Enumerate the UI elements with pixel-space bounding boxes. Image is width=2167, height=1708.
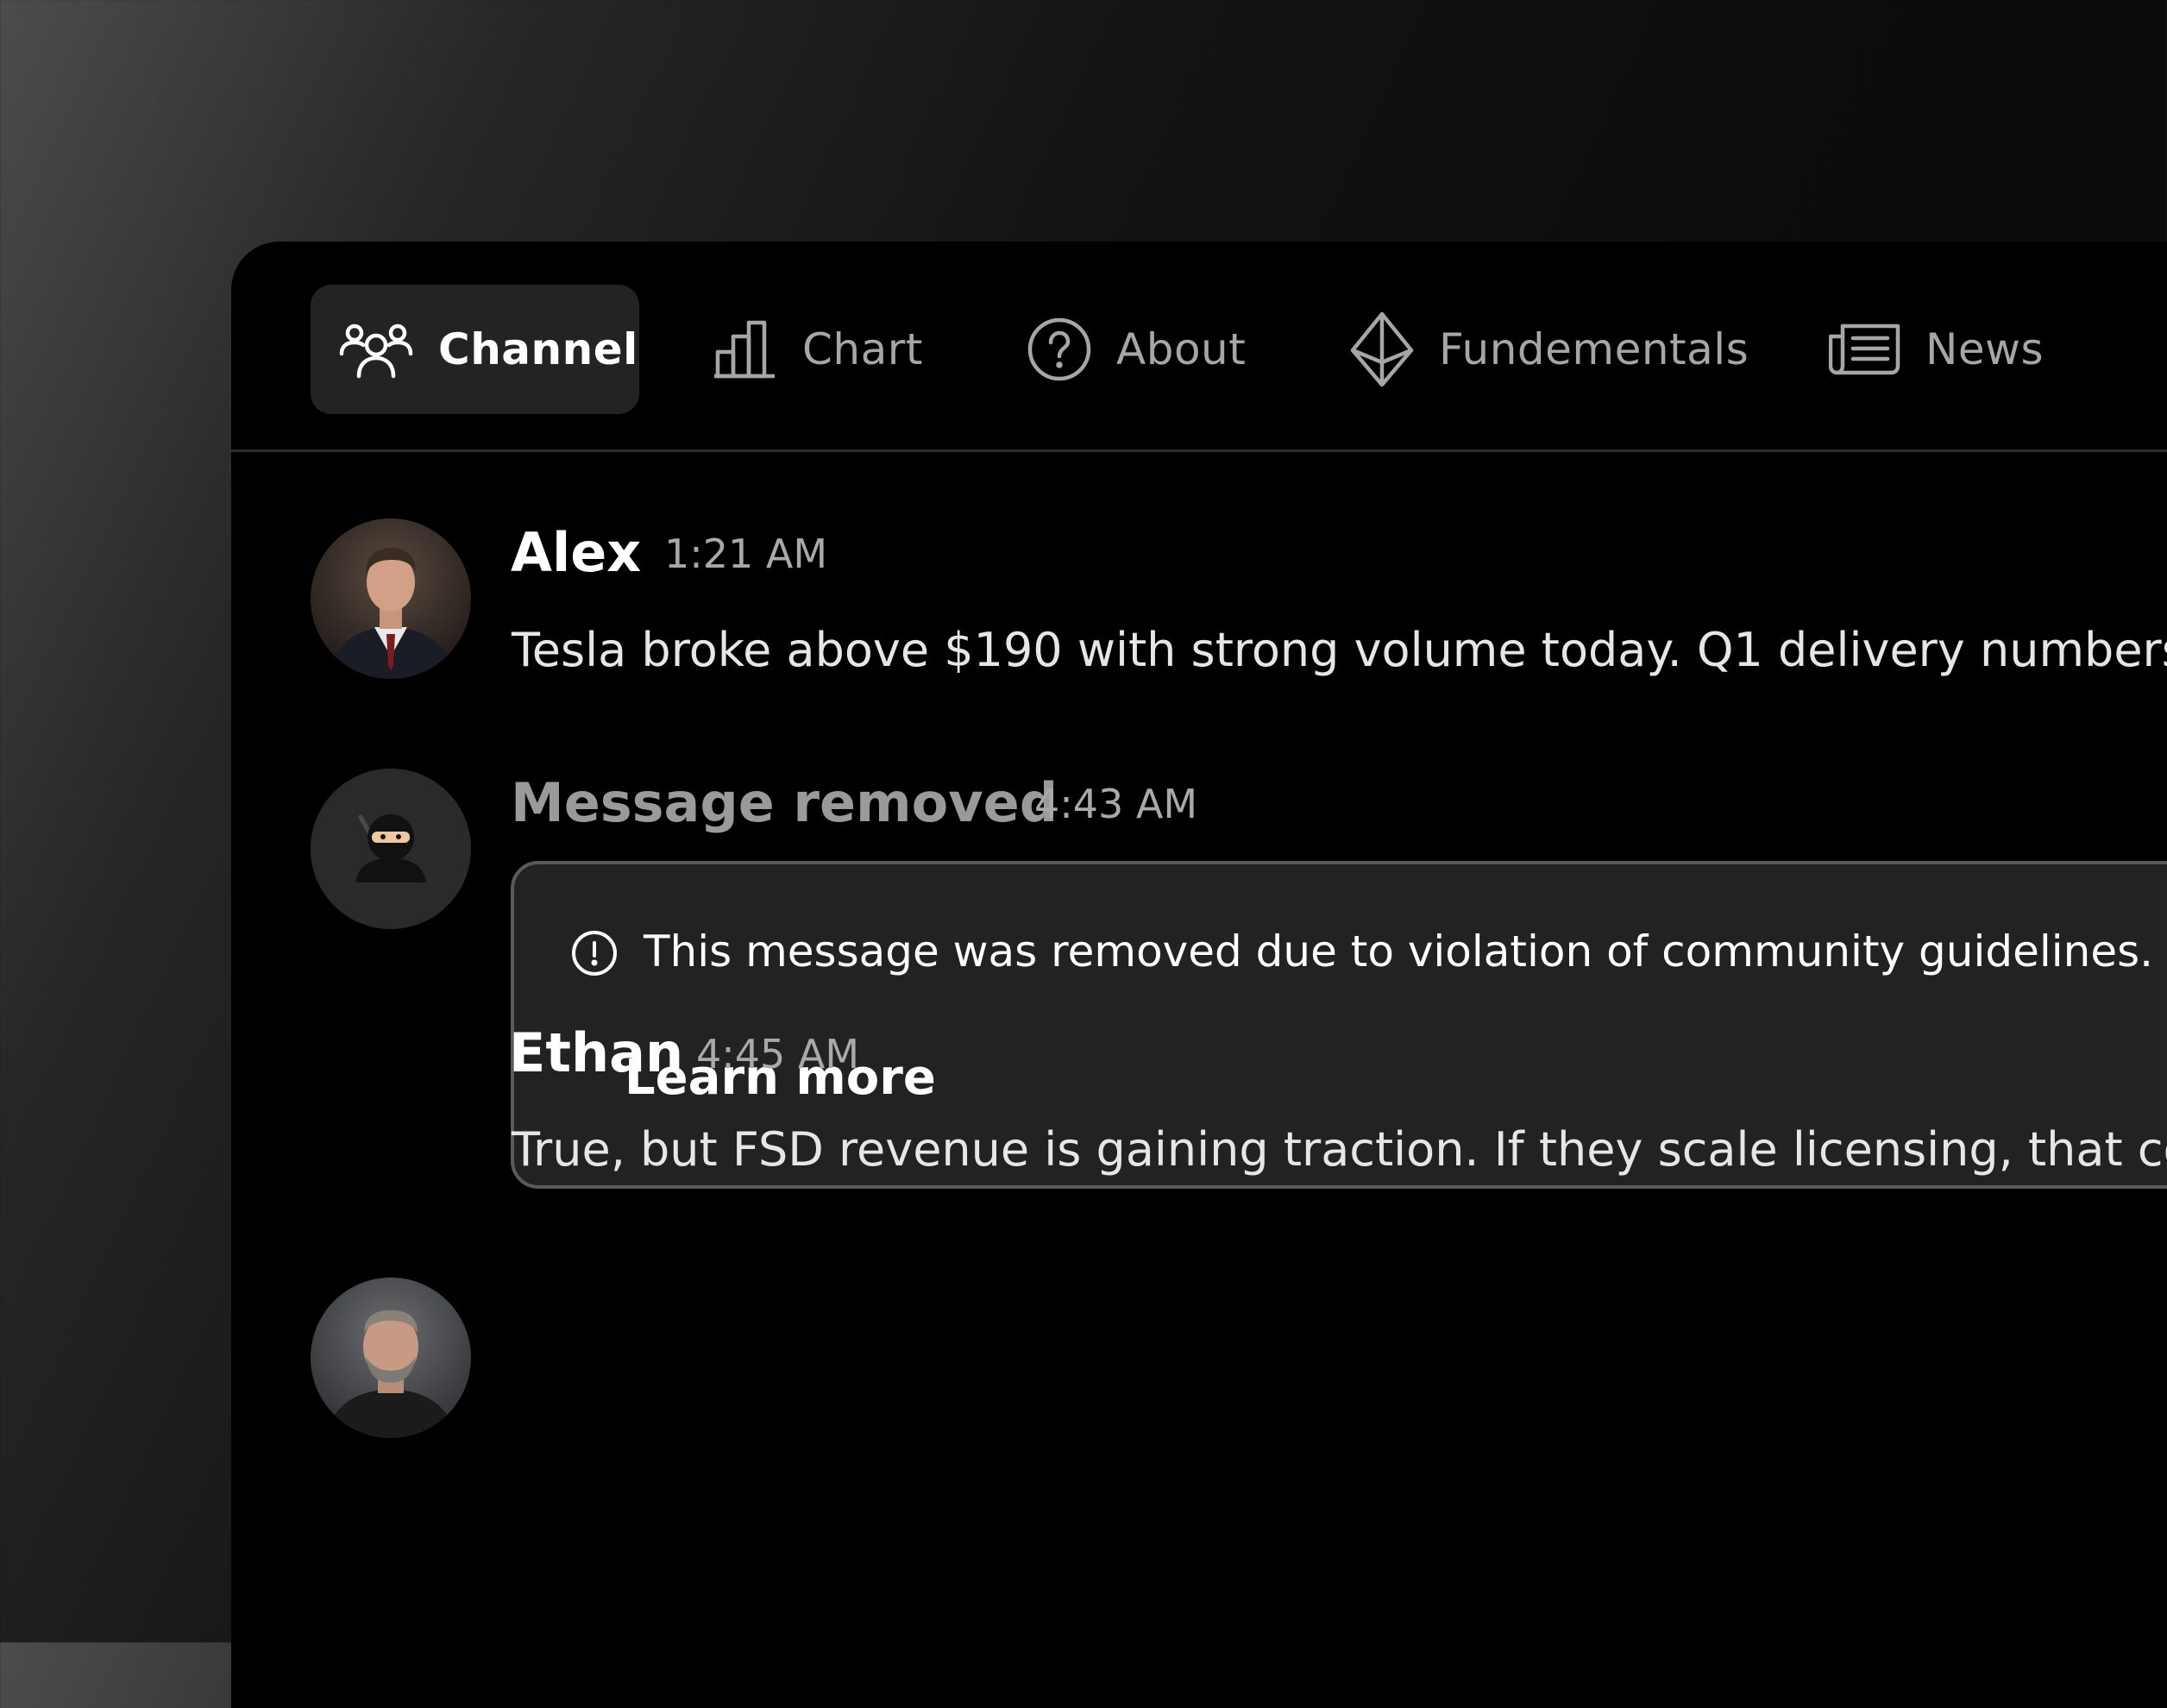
tab-chart-label: Chart [802, 324, 923, 374]
tab-news[interactable]: News [1829, 285, 2044, 414]
message-text: True, but FSD revenue is gaining tractio… [512, 1122, 2167, 1177]
tab-channel-label: Channel [438, 324, 638, 374]
author-name: Message removed [511, 771, 1058, 834]
avatar-ethan[interactable] [311, 1278, 471, 1438]
author-name: Ethan [509, 1021, 684, 1084]
removed-notice-text: This message was removed due to violatio… [644, 926, 2154, 976]
app-window: Channel Chart About Fundementals News Al… [231, 242, 2167, 1708]
tab-news-label: News [1925, 324, 2045, 374]
avatar-ninja[interactable] [311, 769, 471, 929]
users-icon [339, 323, 413, 379]
message-time: 1:21 AM [664, 531, 828, 577]
tab-bar: Channel Chart About Fundementals News [231, 242, 2167, 452]
tab-chart[interactable]: Chart [713, 285, 923, 414]
ethereum-diamond-icon [1350, 311, 1414, 387]
tab-about[interactable]: About [1027, 285, 1246, 414]
tab-fundementals[interactable]: Fundementals [1349, 285, 1749, 414]
author-name: Alex [511, 521, 642, 584]
message-time: 4:43 AM [1034, 781, 1198, 827]
tab-channel[interactable]: Channel [311, 285, 639, 414]
newspaper-icon [1829, 323, 1900, 375]
tab-about-label: About [1116, 324, 1247, 374]
message-time: 4:45 AM [696, 1031, 860, 1077]
bar-chart-icon [714, 320, 775, 379]
alert-circle-icon [572, 931, 617, 976]
message-text: Tesla broke above $190 with strong volum… [512, 623, 2167, 677]
help-circle-icon [1027, 317, 1091, 381]
avatar-alex[interactable] [311, 518, 471, 679]
tab-fundementals-label: Fundementals [1439, 324, 1749, 374]
